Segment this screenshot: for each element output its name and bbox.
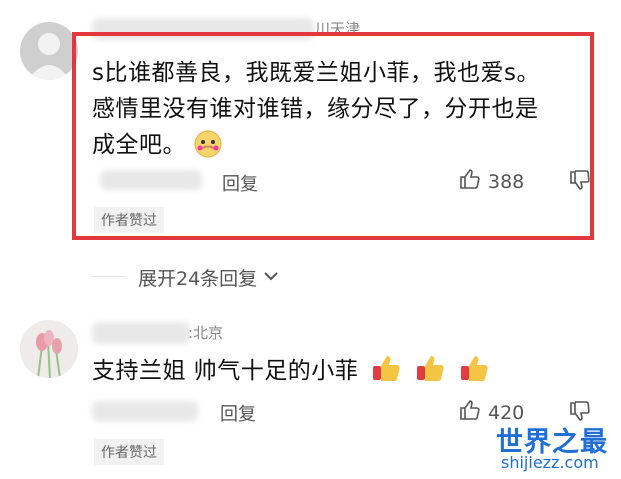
comment-text-content: 支持兰姐 帅气十足的小菲 (92, 358, 359, 384)
expand-replies-button[interactable]: 展开24条回复 (138, 264, 279, 291)
location-label: :北京 (188, 324, 224, 342)
thumbs-up-emoji-icon (370, 352, 402, 384)
comment-text: 支持兰姐 帅气十足的小菲 (92, 352, 490, 389)
thumbs-up-emoji-icon (414, 352, 446, 384)
user-avatar[interactable] (20, 320, 78, 378)
comment-text-line-2: 感情里没有谁对谁错，缘分尽了，分开也是 (92, 96, 539, 122)
thumbs-up-emoji-icon (458, 352, 490, 384)
username-blurred (92, 322, 190, 344)
timestamp-blurred (92, 401, 198, 421)
like-count: 388 (488, 170, 525, 193)
expand-replies-label: 展开24条回复 (138, 268, 258, 290)
comment-text-line-1: s比谁都善良，我既爱兰姐小菲，我也爱s。 (92, 60, 540, 86)
reply-button[interactable]: 回复 (220, 400, 256, 426)
comment-text-line-3: 成全吧。 (92, 127, 222, 163)
timestamp-blurred (100, 170, 202, 190)
author-liked-badge: 作者赞过 (94, 439, 164, 465)
watermark-url: shijiezz.com (501, 453, 599, 472)
shy-face-emoji-icon (194, 130, 222, 158)
thumbs-down-icon[interactable] (568, 168, 592, 196)
chevron-down-icon (263, 267, 279, 289)
divider (92, 276, 126, 277)
reply-button[interactable]: 回复 (222, 170, 258, 196)
user-avatar[interactable] (20, 22, 78, 80)
thumbs-up-icon (458, 398, 482, 427)
author-liked-badge: 作者赞过 (94, 207, 164, 233)
like-button[interactable]: 388 (458, 167, 524, 196)
thumbs-up-icon (458, 167, 482, 196)
comment-text-line-3-text: 成全吧。 (92, 132, 186, 158)
